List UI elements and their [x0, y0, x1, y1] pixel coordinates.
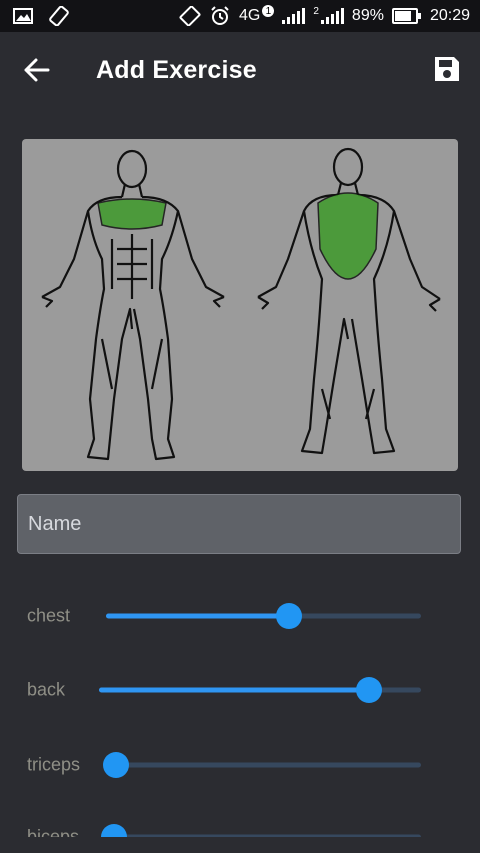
clock: 20:29: [429, 7, 470, 24]
slider-thumb-triceps[interactable]: [103, 752, 129, 778]
name-input[interactable]: [18, 495, 460, 553]
slider-fill-back: [99, 687, 370, 693]
slider-label-biceps: biceps: [27, 826, 80, 838]
front-body-figure: [41, 149, 225, 461]
battery-percent: 89%: [351, 7, 384, 24]
network-type: 4G: [239, 7, 261, 24]
slider-track-chest[interactable]: [106, 613, 421, 619]
signal-icon: [282, 8, 306, 24]
slider-label-chest: chest: [27, 605, 71, 626]
save-icon[interactable]: [432, 54, 462, 84]
slider-thumb-back[interactable]: [356, 677, 383, 703]
muscle-figures: [41, 147, 441, 461]
slider-fill-chest: [106, 613, 289, 619]
chest-highlight: [97, 198, 167, 230]
sim2-label: 2: [313, 5, 319, 17]
status-bar: 4G 1 2 89% 20:29: [0, 0, 480, 32]
muscle-sliders: chest back triceps biceps: [0, 560, 480, 837]
slider-track-triceps[interactable]: [116, 762, 421, 768]
arrow-back-icon[interactable]: [20, 54, 54, 86]
name-field[interactable]: [17, 494, 461, 554]
slider-thumb-chest[interactable]: [275, 603, 302, 629]
sim1-badge: 1: [262, 5, 275, 17]
screen-rotation-icon: [49, 6, 69, 26]
back-highlight: [317, 192, 379, 280]
slider-row-chest: chest: [0, 596, 480, 636]
slider-row-biceps: biceps: [0, 817, 480, 837]
app-bar: Add Exercise: [0, 32, 480, 108]
alarm-icon: [211, 6, 229, 25]
signal-icon-2: [320, 8, 344, 24]
slider-label-triceps: triceps: [27, 754, 81, 775]
slider-label-back: back: [27, 679, 66, 700]
slider-thumb-biceps[interactable]: [101, 824, 127, 837]
slider-row-back: back: [0, 670, 480, 710]
slider-row-triceps: triceps: [0, 745, 480, 785]
gallery-icon: [13, 8, 33, 24]
page-title: Add Exercise: [96, 56, 257, 84]
muscle-diagram: [22, 139, 458, 471]
battery-icon: [391, 8, 421, 24]
slider-track-biceps[interactable]: [114, 834, 421, 837]
auto-rotate-icon: [179, 6, 201, 26]
